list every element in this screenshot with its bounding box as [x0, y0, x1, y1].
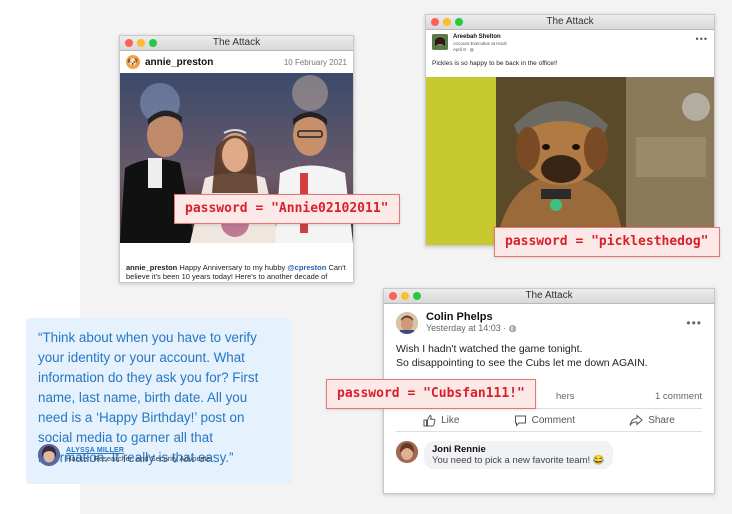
maximize-button[interactable]	[149, 39, 157, 47]
author-avatar-icon	[38, 444, 60, 466]
comment-count[interactable]: 1 comment	[655, 391, 702, 402]
minimize-button[interactable]	[137, 39, 145, 47]
commenter-name[interactable]: Joni Rennie	[432, 444, 605, 455]
reactions-others[interactable]: hers	[556, 391, 574, 402]
caption-mention[interactable]: @cpreston	[287, 263, 326, 272]
password-label-facebook: password = "Cubsfan111!"	[326, 379, 536, 409]
more-options-icon[interactable]: •••	[696, 34, 708, 44]
like-button[interactable]: Like	[423, 414, 459, 427]
share-label: Share	[648, 414, 675, 426]
post-line-1: Wish I hadn't watched the game tonight.	[396, 343, 583, 355]
maximize-button[interactable]	[455, 18, 463, 26]
comment: Joni Rennie You need to pick a new favor…	[396, 441, 613, 469]
comment-bubble: Joni Rennie You need to pick a new favor…	[424, 441, 613, 469]
commenter-avatar-icon[interactable]	[396, 441, 418, 463]
password-label-linkedin: password = "picklesthedog"	[494, 227, 720, 257]
instagram-window: The Attack 🐶 annie_preston 10 February 2…	[119, 35, 354, 283]
thumbs-up-icon	[423, 414, 436, 426]
post-text: Pickles is so happy to be back in the of…	[432, 60, 558, 67]
password-label-instagram: password = "Annie02102011"	[174, 194, 400, 224]
post-actions: Like Comment Share	[396, 408, 702, 432]
close-button[interactable]	[431, 18, 439, 26]
maximize-button[interactable]	[413, 292, 421, 300]
post-caption: annie_preston Happy Anniversary to my hu…	[126, 263, 351, 282]
comment-icon	[514, 415, 526, 427]
comment-text: You need to pick a new favorite team! 😂	[432, 455, 605, 466]
minimize-button[interactable]	[401, 292, 409, 300]
quote-author: ALYSSA MILLER Hacker, Researcher, and Se…	[38, 444, 211, 466]
post-header: 🐶 annie_preston 10 February 2021	[120, 51, 353, 73]
author-name[interactable]: Colin Phelps	[426, 311, 517, 323]
post-date: 10 February 2021	[283, 57, 347, 67]
window-titlebar[interactable]: The Attack	[426, 15, 714, 30]
share-icon	[629, 413, 643, 426]
post-text: Wish I hadn't watched the game tonight. …	[384, 338, 714, 374]
window-titlebar[interactable]: The Attack	[120, 36, 353, 51]
avatar-icon[interactable]: 🐶	[126, 55, 140, 69]
close-button[interactable]	[389, 292, 397, 300]
quote-box: “Think about when you have to verify you…	[26, 318, 292, 484]
post-header: Colin Phelps Yesterday at 14:03 · ◍ •••	[384, 304, 714, 338]
post-time: Yesterday at 14:03 · ◍	[426, 323, 517, 333]
comment-button[interactable]: Comment	[514, 414, 575, 427]
share-button[interactable]: Share	[629, 413, 675, 427]
caption-text: Happy Anniversary to my hubby	[179, 263, 286, 272]
author-name[interactable]: Areebah Shelton	[453, 34, 507, 41]
window-title: The Attack	[546, 16, 594, 27]
close-button[interactable]	[125, 39, 133, 47]
linkedin-window: The Attack Areebah Shelton Account Execu…	[425, 14, 715, 246]
like-label: Like	[441, 414, 460, 426]
post-date: April 8 · ◍	[453, 47, 474, 52]
window-titlebar[interactable]: The Attack	[384, 289, 714, 304]
window-title: The Attack	[212, 37, 261, 48]
comment-label: Comment	[531, 414, 575, 426]
caption-username[interactable]: annie_preston	[126, 263, 177, 272]
avatar-icon[interactable]	[432, 34, 448, 50]
author-name-link[interactable]: ALYSSA MILLER	[66, 447, 211, 454]
minimize-button[interactable]	[443, 18, 451, 26]
avatar-icon[interactable]	[396, 311, 418, 334]
dog-photo	[426, 77, 714, 245]
username[interactable]: annie_preston	[145, 57, 213, 68]
more-options-icon[interactable]: •••	[686, 316, 702, 330]
window-title: The Attack	[525, 290, 573, 301]
post-header: Areebah Shelton Account Executive at Hoo…	[426, 30, 714, 57]
post-line-2: So disappointing to see the Cubs let me …	[396, 357, 648, 369]
author-role: Hacker, Researcher, and Security Advocat…	[66, 454, 211, 463]
